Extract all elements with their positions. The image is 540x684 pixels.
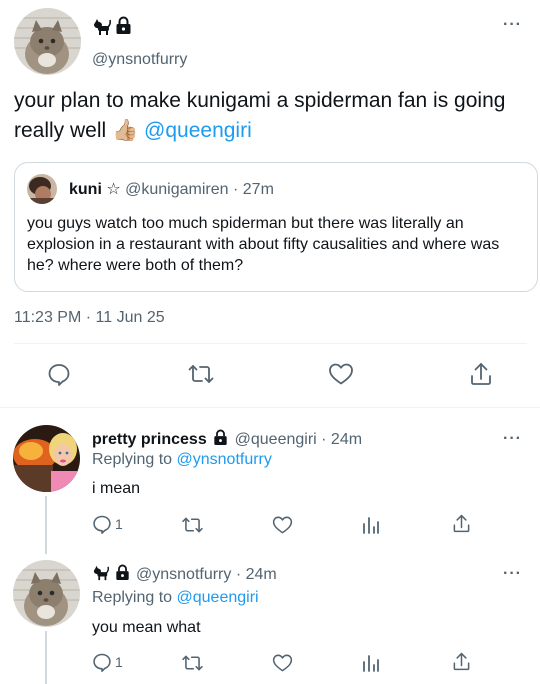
like-icon[interactable] xyxy=(328,362,354,386)
share-icon[interactable] xyxy=(452,513,471,534)
reply-handle: @ynsnotfurry xyxy=(136,566,232,583)
reply-icon[interactable]: 1 xyxy=(92,652,123,672)
share-icon[interactable] xyxy=(452,651,471,672)
quoted-handle: @kunigamiren xyxy=(125,181,229,198)
replying-to-link[interactable]: @queengiri xyxy=(177,589,259,606)
analytics-icon[interactable] xyxy=(362,654,380,672)
replying-to-link[interactable]: @ynsnotfurry xyxy=(177,451,272,468)
lock-icon xyxy=(115,16,132,35)
more-options-icon[interactable]: ··· xyxy=(503,565,522,583)
replying-to-label: Replying to xyxy=(92,589,173,606)
lock-icon xyxy=(115,564,130,586)
divider xyxy=(14,343,527,344)
tweet-handle[interactable]: @ynsnotfurry xyxy=(92,51,187,69)
reply-text: i mean xyxy=(92,480,141,497)
share-icon[interactable] xyxy=(469,361,493,387)
reply-header: @ynsnotfurry · 24m xyxy=(92,564,277,586)
quoted-tweet-card[interactable]: kuni ☆ @kunigamiren · 27m you guys watch… xyxy=(14,162,538,292)
tweet-text: your plan to make kunigami a spiderman f… xyxy=(14,86,514,146)
reply-text: you mean what xyxy=(92,619,201,636)
retweet-icon[interactable] xyxy=(181,515,204,535)
quoted-text: you guys watch too much spiderman but th… xyxy=(27,215,500,274)
reply-name[interactable]: pretty princess xyxy=(92,431,207,448)
reply-header: pretty princess @queengiri · 24m xyxy=(92,429,362,451)
replying-to: Replying to @ynsnotfurry xyxy=(92,451,272,469)
more-options-icon[interactable]: ··· xyxy=(503,16,522,34)
replying-to-label: Replying to xyxy=(92,451,173,468)
replying-to: Replying to @queengiri xyxy=(92,589,259,607)
avatar-ynsnotfurry[interactable] xyxy=(14,8,81,75)
cat-icon xyxy=(92,565,110,586)
like-icon[interactable] xyxy=(272,653,293,673)
quoted-header: kuni ☆ @kunigamiren · 27m xyxy=(69,179,274,199)
mention-link[interactable]: @queengiri xyxy=(144,119,252,142)
reply-handle: @queengiri xyxy=(234,431,317,448)
more-options-icon[interactable]: ··· xyxy=(503,430,522,448)
reply-time: · 24m xyxy=(321,431,363,448)
thread-line xyxy=(45,631,47,684)
retweet-icon[interactable] xyxy=(181,653,204,673)
avatar-ynsnotfurry[interactable] xyxy=(13,560,80,627)
like-icon[interactable] xyxy=(272,515,293,535)
cat-icon xyxy=(92,18,112,36)
quoted-time: · 27m xyxy=(233,181,274,198)
tweet-text-body: your plan to make kunigami a spiderman f… xyxy=(14,89,506,142)
retweet-icon[interactable] xyxy=(187,362,215,386)
thread-line xyxy=(45,496,47,554)
quoted-name: kuni ☆ xyxy=(69,181,121,198)
lock-icon xyxy=(213,429,228,451)
reply-time: · 24m xyxy=(235,566,277,583)
section-divider xyxy=(0,407,540,408)
reply-count: 1 xyxy=(115,654,123,670)
thumbs-up-emoji: 👍🏼 xyxy=(112,119,139,142)
tweet-timestamp[interactable]: 11:23 PM · 11 Jun 25 xyxy=(14,309,165,327)
reply-icon[interactable]: 1 xyxy=(92,514,123,534)
reply-count: 1 xyxy=(115,516,123,532)
avatar-kunigamiren xyxy=(27,174,57,204)
analytics-icon[interactable] xyxy=(362,516,380,534)
avatar-queengiri[interactable] xyxy=(13,425,80,492)
reply-icon[interactable] xyxy=(47,362,71,386)
